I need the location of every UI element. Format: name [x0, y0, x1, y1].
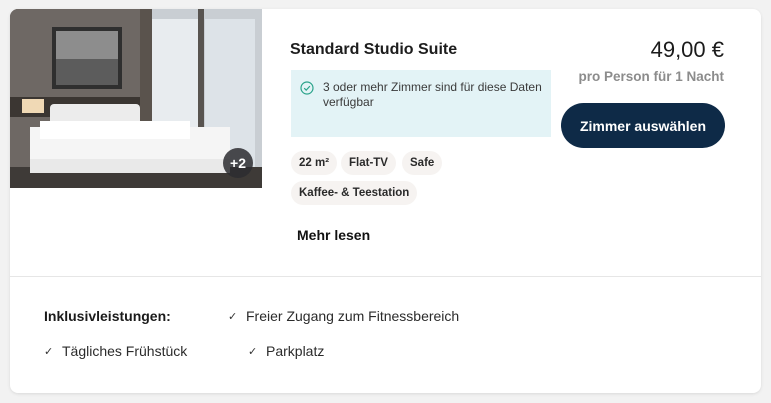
feature-chip-coffee: Kaffee- & Teestation	[291, 181, 418, 205]
inclusion-item: ✓ Parkplatz	[248, 343, 324, 359]
room-price: 49,00 €	[650, 37, 724, 62]
room-title: Standard Studio Suite	[290, 41, 458, 58]
availability-notice: 3 oder mehr Zimmer sind für diese Daten …	[291, 70, 551, 137]
price-basis: pro Person für 1 Nacht	[578, 69, 724, 84]
select-room-button[interactable]: Zimmer auswählen	[561, 103, 725, 148]
inclusion-item-label: Parkplatz	[266, 343, 325, 359]
read-more-link[interactable]: Mehr lesen	[297, 227, 370, 243]
inclusion-item: ✓ Tägliches Frühstück	[44, 343, 187, 359]
feature-chip-size: 22 m²	[291, 151, 338, 175]
feature-chip-safe: Safe	[402, 151, 443, 175]
checkmark-icon: ✓	[248, 345, 258, 358]
availability-text: 3 oder mehr Zimmer sind für diese Daten …	[323, 80, 542, 109]
inclusion-item: ✓ Freier Zugang zum Fitnessbereich	[228, 308, 459, 324]
check-circle-icon	[300, 81, 314, 95]
inclusion-item-label: Freier Zugang zum Fitnessbereich	[246, 308, 460, 324]
feature-chip-tv: Flat-TV	[341, 151, 396, 175]
inclusions-label: Inklusivleistungen:	[44, 308, 171, 324]
checkmark-icon: ✓	[228, 310, 238, 323]
inclusion-item-label: Tägliches Frühstück	[62, 343, 188, 359]
room-photo[interactable]: +2	[10, 9, 262, 188]
more-photos-badge[interactable]: +2	[223, 148, 253, 178]
room-card: +2 Standard Studio Suite 3 oder mehr Zim…	[10, 9, 761, 393]
section-divider	[10, 276, 761, 277]
checkmark-icon: ✓	[44, 345, 54, 358]
